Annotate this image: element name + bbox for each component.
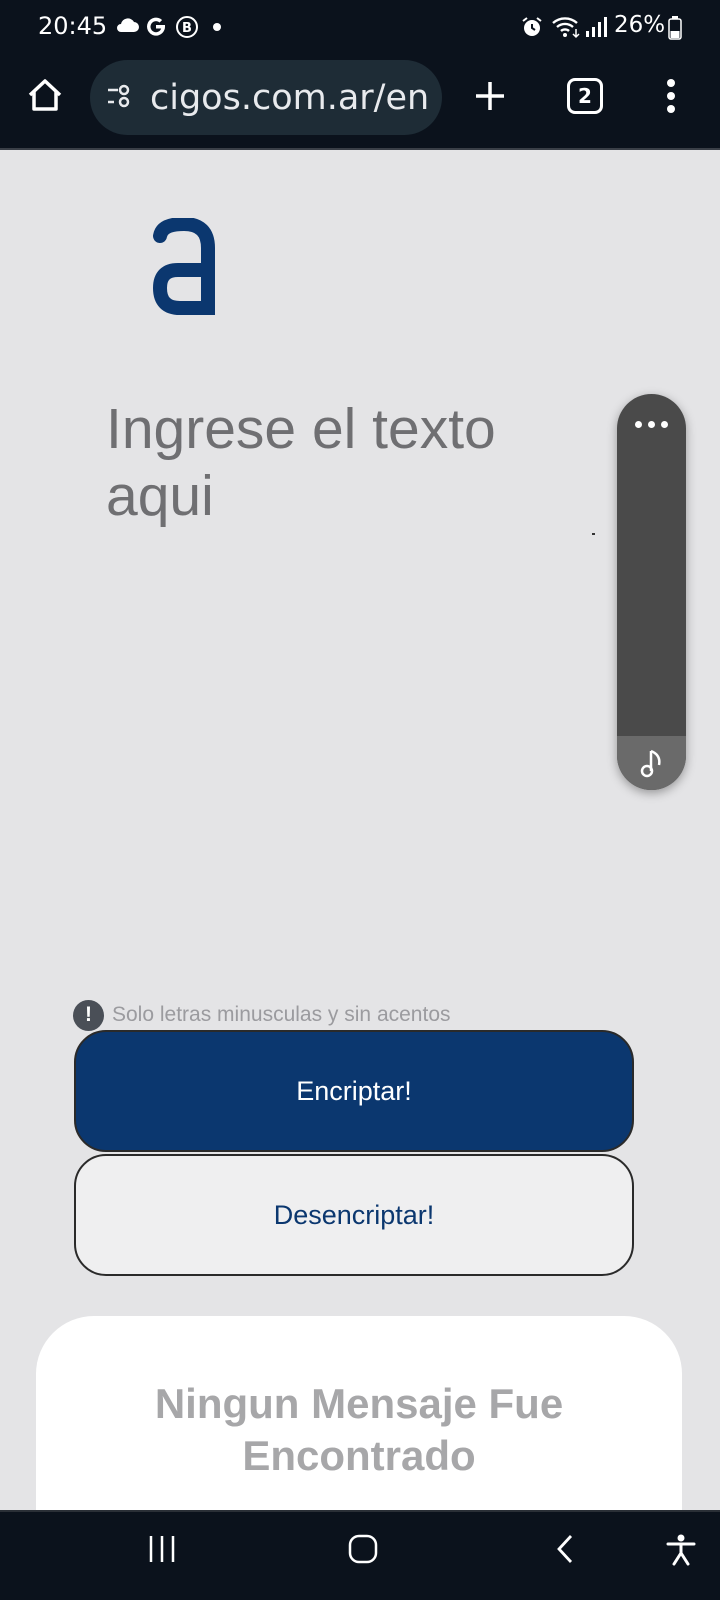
site-settings-icon[interactable]: [106, 84, 134, 110]
decrypt-button[interactable]: Desencriptar!: [74, 1154, 634, 1276]
battery-icon: [668, 16, 682, 40]
text-input[interactable]: [106, 396, 576, 956]
battery-percent: 26%: [614, 12, 666, 38]
panel-more-icon[interactable]: [617, 412, 686, 436]
signal-icon: [586, 17, 607, 37]
logo-icon: [153, 218, 215, 315]
alarm-icon: [522, 17, 542, 36]
warning-text: Solo letras minusculas y sin acentos: [112, 1003, 451, 1026]
accessibility-icon[interactable]: [666, 1534, 696, 1566]
b-badge-icon: B: [176, 16, 198, 38]
more-options-icon[interactable]: [666, 78, 676, 114]
browser-toolbar: cigos.com.ar/en 2: [0, 52, 720, 150]
music-button[interactable]: [617, 736, 686, 790]
home-nav-icon[interactable]: [348, 1534, 378, 1564]
url-bar[interactable]: cigos.com.ar/en: [90, 60, 442, 135]
new-tab-icon[interactable]: [474, 80, 506, 112]
navigation-bar: [0, 1510, 720, 1600]
music-note-icon: [640, 749, 661, 778]
warning-row: ! Solo letras minusculas y sin acentos: [73, 999, 451, 1031]
tab-count: 2: [578, 84, 592, 108]
svg-text:B: B: [182, 21, 192, 36]
encrypt-button[interactable]: Encriptar!: [74, 1030, 634, 1152]
back-icon[interactable]: [555, 1534, 575, 1564]
url-text: cigos.com.ar/en: [150, 78, 430, 118]
home-icon[interactable]: [26, 76, 64, 114]
recent-apps-icon[interactable]: [148, 1534, 176, 1564]
status-time: 20:45: [38, 12, 108, 40]
tab-switcher-button[interactable]: 2: [567, 78, 603, 114]
result-card: Ningun Mensaje Fue Encontrado: [36, 1316, 682, 1516]
wifi-icon: [552, 17, 580, 39]
exclamation-icon: !: [73, 999, 104, 1031]
result-title: Ningun Mensaje Fue Encontrado: [154, 1380, 564, 1479]
status-bar: 20:45 B 26%: [0, 0, 720, 52]
floating-side-panel[interactable]: [617, 394, 686, 790]
cloud-icon: [117, 18, 139, 32]
google-icon: [147, 17, 166, 36]
dot-icon: [213, 23, 221, 31]
cursor-mark: [592, 533, 595, 535]
